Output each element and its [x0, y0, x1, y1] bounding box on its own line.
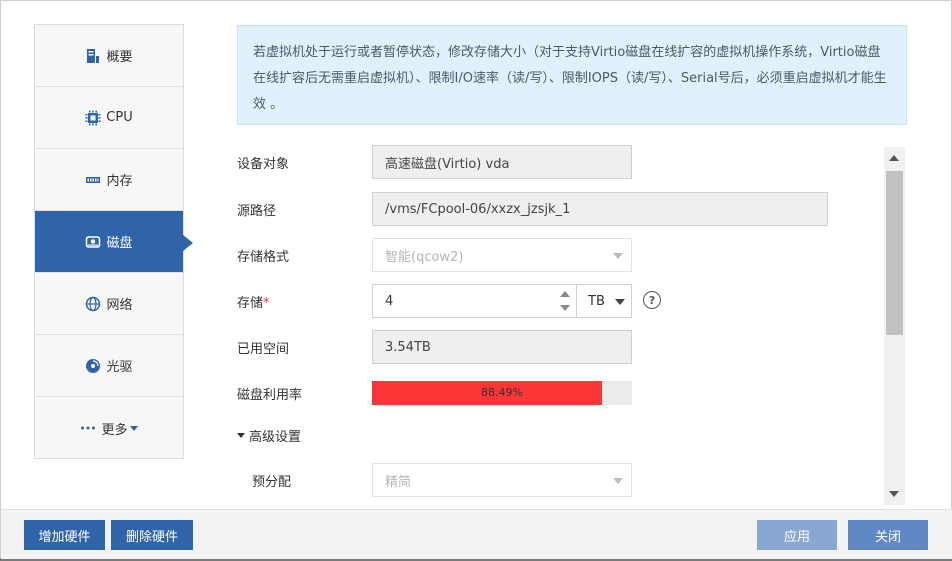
caret-down-icon: [237, 432, 245, 438]
usage-label: 磁盘利用率: [237, 387, 303, 403]
close-button[interactable]: 关闭: [848, 520, 928, 550]
help-icon[interactable]: ?: [643, 291, 661, 309]
cdrom-icon: [85, 358, 101, 374]
sidebar-item-cpu[interactable]: CPU: [35, 87, 183, 149]
sidebar-item-label: 光驱: [106, 360, 133, 375]
device-field: 高速磁盘(Virtio) vda: [372, 145, 632, 179]
apply-button[interactable]: 应用: [757, 520, 837, 550]
scroll-down-icon[interactable]: [889, 491, 899, 497]
form-scrollbar[interactable]: [884, 147, 905, 505]
storage-input[interactable]: 4: [372, 284, 577, 318]
chevron-down-icon: [129, 425, 138, 431]
add-hardware-button[interactable]: 增加硬件: [24, 520, 105, 550]
prealloc-row: 预分配 精简: [237, 463, 877, 497]
sidebar-item-label: 概要: [106, 50, 133, 65]
remove-hardware-button[interactable]: 删除硬件: [111, 520, 193, 550]
device-row: 设备对象 高速磁盘(Virtio) vda: [237, 145, 877, 179]
path-row: 源路径 /vms/FCpool-06/xxzx_jzsjk_1: [237, 192, 877, 226]
chevron-down-icon: [613, 253, 623, 259]
chevron-down-icon: [615, 299, 625, 305]
sidebar-item-network[interactable]: 网络: [35, 273, 183, 335]
path-label: 源路径: [237, 203, 277, 219]
format-row: 存储格式 智能(qcow2): [237, 238, 877, 272]
device-label: 设备对象: [237, 156, 290, 172]
disk-form: 设备对象 高速磁盘(Virtio) vda 源路径 /vms/FCpool-06…: [237, 145, 877, 505]
sidebar-item-cdrom[interactable]: 光驱: [35, 335, 183, 397]
cpu-icon: [85, 110, 101, 126]
chevron-down-icon: [613, 478, 623, 484]
sidebar-item-label: 更多: [101, 422, 128, 438]
scroll-up-icon[interactable]: [889, 155, 899, 161]
scroll-thumb[interactable]: [886, 171, 903, 335]
disk-icon: [85, 234, 101, 250]
sidebar-item-more[interactable]: 更多: [35, 397, 183, 459]
used-row: 已用空间 3.54TB: [237, 330, 877, 364]
format-value: 智能(qcow2): [385, 249, 464, 265]
usage-bar-text: 88.49%: [481, 386, 523, 399]
sidebar-item-label: 内存: [106, 174, 133, 189]
sidebar-item-label: CPU: [106, 110, 133, 125]
usage-row: 磁盘利用率 88.49%: [237, 376, 877, 410]
sidebar-item-disk[interactable]: 磁盘: [35, 211, 193, 273]
sidebar-item-label: 网络: [106, 298, 133, 313]
path-field: /vms/FCpool-06/xxzx_jzsjk_1: [372, 192, 828, 226]
storage-unit-value: TB: [588, 293, 605, 309]
usage-bar: 88.49%: [372, 381, 632, 405]
stepper-up-icon[interactable]: [560, 291, 570, 297]
required-marker: *: [263, 295, 270, 311]
dialog-footer: 增加硬件 删除硬件 应用 关闭: [1, 509, 952, 559]
storage-stepper[interactable]: [560, 288, 570, 314]
prealloc-label: 预分配: [252, 474, 292, 490]
advanced-settings-toggle[interactable]: 高级设置: [237, 426, 301, 445]
storage-row: 存储* 4 TB ?: [237, 284, 877, 318]
memory-icon: [85, 172, 101, 188]
sidebar-item-overview[interactable]: 概要: [35, 25, 183, 87]
prealloc-select: 精简: [372, 463, 632, 497]
storage-label: 存储*: [237, 295, 270, 311]
storage-value: 4: [385, 293, 394, 309]
advanced-row: 高级设置: [237, 418, 877, 452]
storage-unit-select[interactable]: TB: [576, 284, 632, 318]
format-label: 存储格式: [237, 249, 290, 265]
advanced-settings-label: 高级设置: [249, 429, 302, 445]
used-label: 已用空间: [237, 341, 290, 357]
prealloc-value: 精简: [385, 474, 412, 490]
format-select: 智能(qcow2): [372, 238, 632, 272]
more-dots-icon: [80, 420, 96, 436]
hardware-dialog: 概要 CPU 内存 磁盘 网络 光驱 更多 若虚拟机处于运行或者暂停状态，修改存…: [0, 0, 952, 559]
sidebar-item-label: 磁盘: [106, 236, 133, 251]
sidebar-item-memory[interactable]: 内存: [35, 149, 183, 211]
server-icon: [85, 48, 101, 64]
used-field: 3.54TB: [372, 330, 632, 364]
restart-notice: 若虚拟机处于运行或者暂停状态，修改存储大小（对于支持Virtio磁盘在线扩容的虚…: [237, 25, 907, 125]
sidebar-nav: 概要 CPU 内存 磁盘 网络 光驱 更多: [34, 24, 193, 459]
globe-icon: [85, 296, 101, 312]
stepper-down-icon[interactable]: [560, 305, 570, 311]
